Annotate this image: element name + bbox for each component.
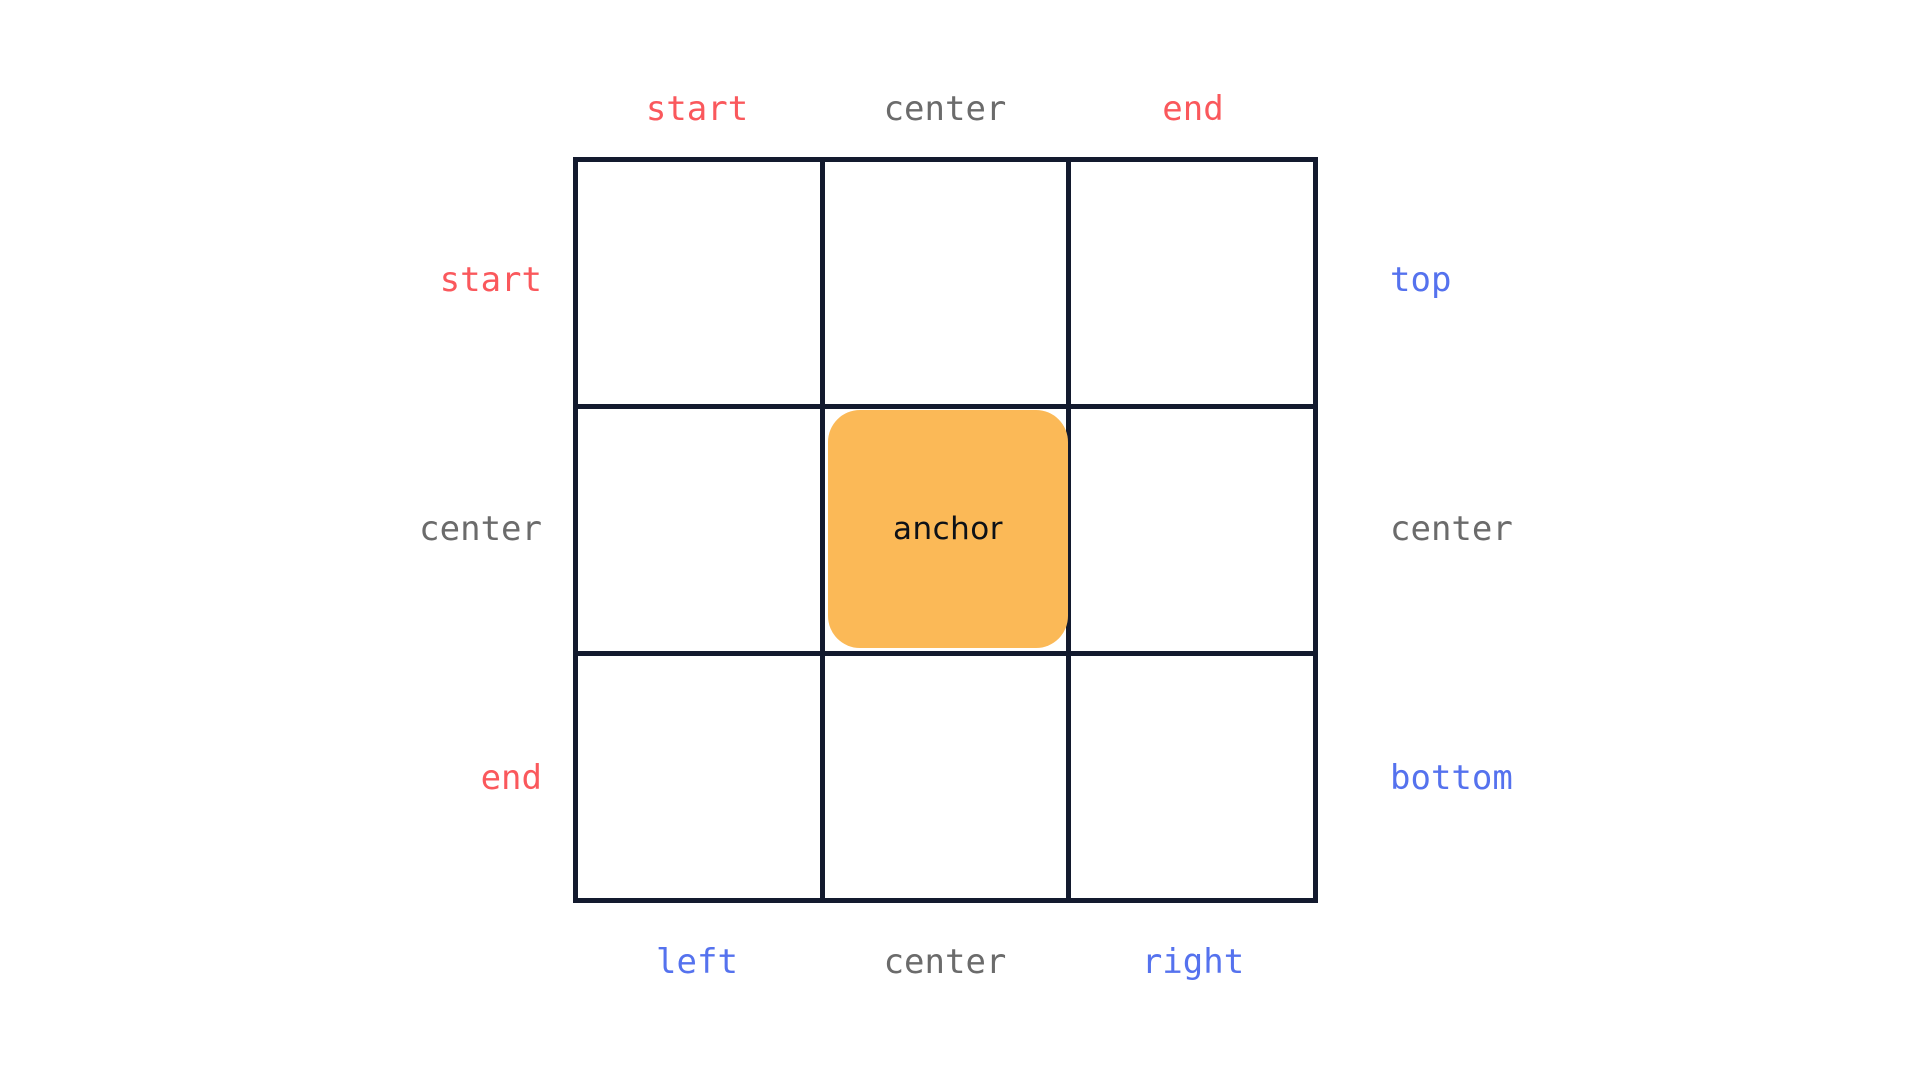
anchor-box: anchor xyxy=(828,410,1068,648)
grid-wrapper: anchor xyxy=(573,157,1318,903)
alignment-grid-diagram: start center end start center end top ce… xyxy=(0,0,1920,1080)
bottom-label-right: right xyxy=(1141,942,1245,982)
grid-cell-r1c0 xyxy=(578,409,820,651)
right-label-center: center xyxy=(1390,509,1513,549)
top-label-end: end xyxy=(1162,89,1224,129)
anchor-label: anchor xyxy=(892,510,1004,547)
right-label-bottom: bottom xyxy=(1390,758,1513,798)
left-label-start: start xyxy=(439,260,542,300)
top-label-center: center xyxy=(883,89,1007,129)
grid-cell-r2c1 xyxy=(824,656,1067,898)
grid-cell-r0c0 xyxy=(578,162,820,404)
grid-cell-r1c2 xyxy=(1071,409,1313,651)
grid-cell-r2c0 xyxy=(578,656,820,898)
grid-cell-r2c2 xyxy=(1071,656,1313,898)
grid-cell-r0c2 xyxy=(1071,162,1313,404)
bottom-label-center: center xyxy=(883,942,1007,982)
top-label-start: start xyxy=(645,89,749,129)
left-label-end: end xyxy=(480,758,542,798)
right-label-top: top xyxy=(1390,260,1452,300)
grid-cell-r0c1 xyxy=(824,162,1067,404)
bottom-label-left: left xyxy=(656,942,738,982)
left-label-center: center xyxy=(419,509,542,549)
